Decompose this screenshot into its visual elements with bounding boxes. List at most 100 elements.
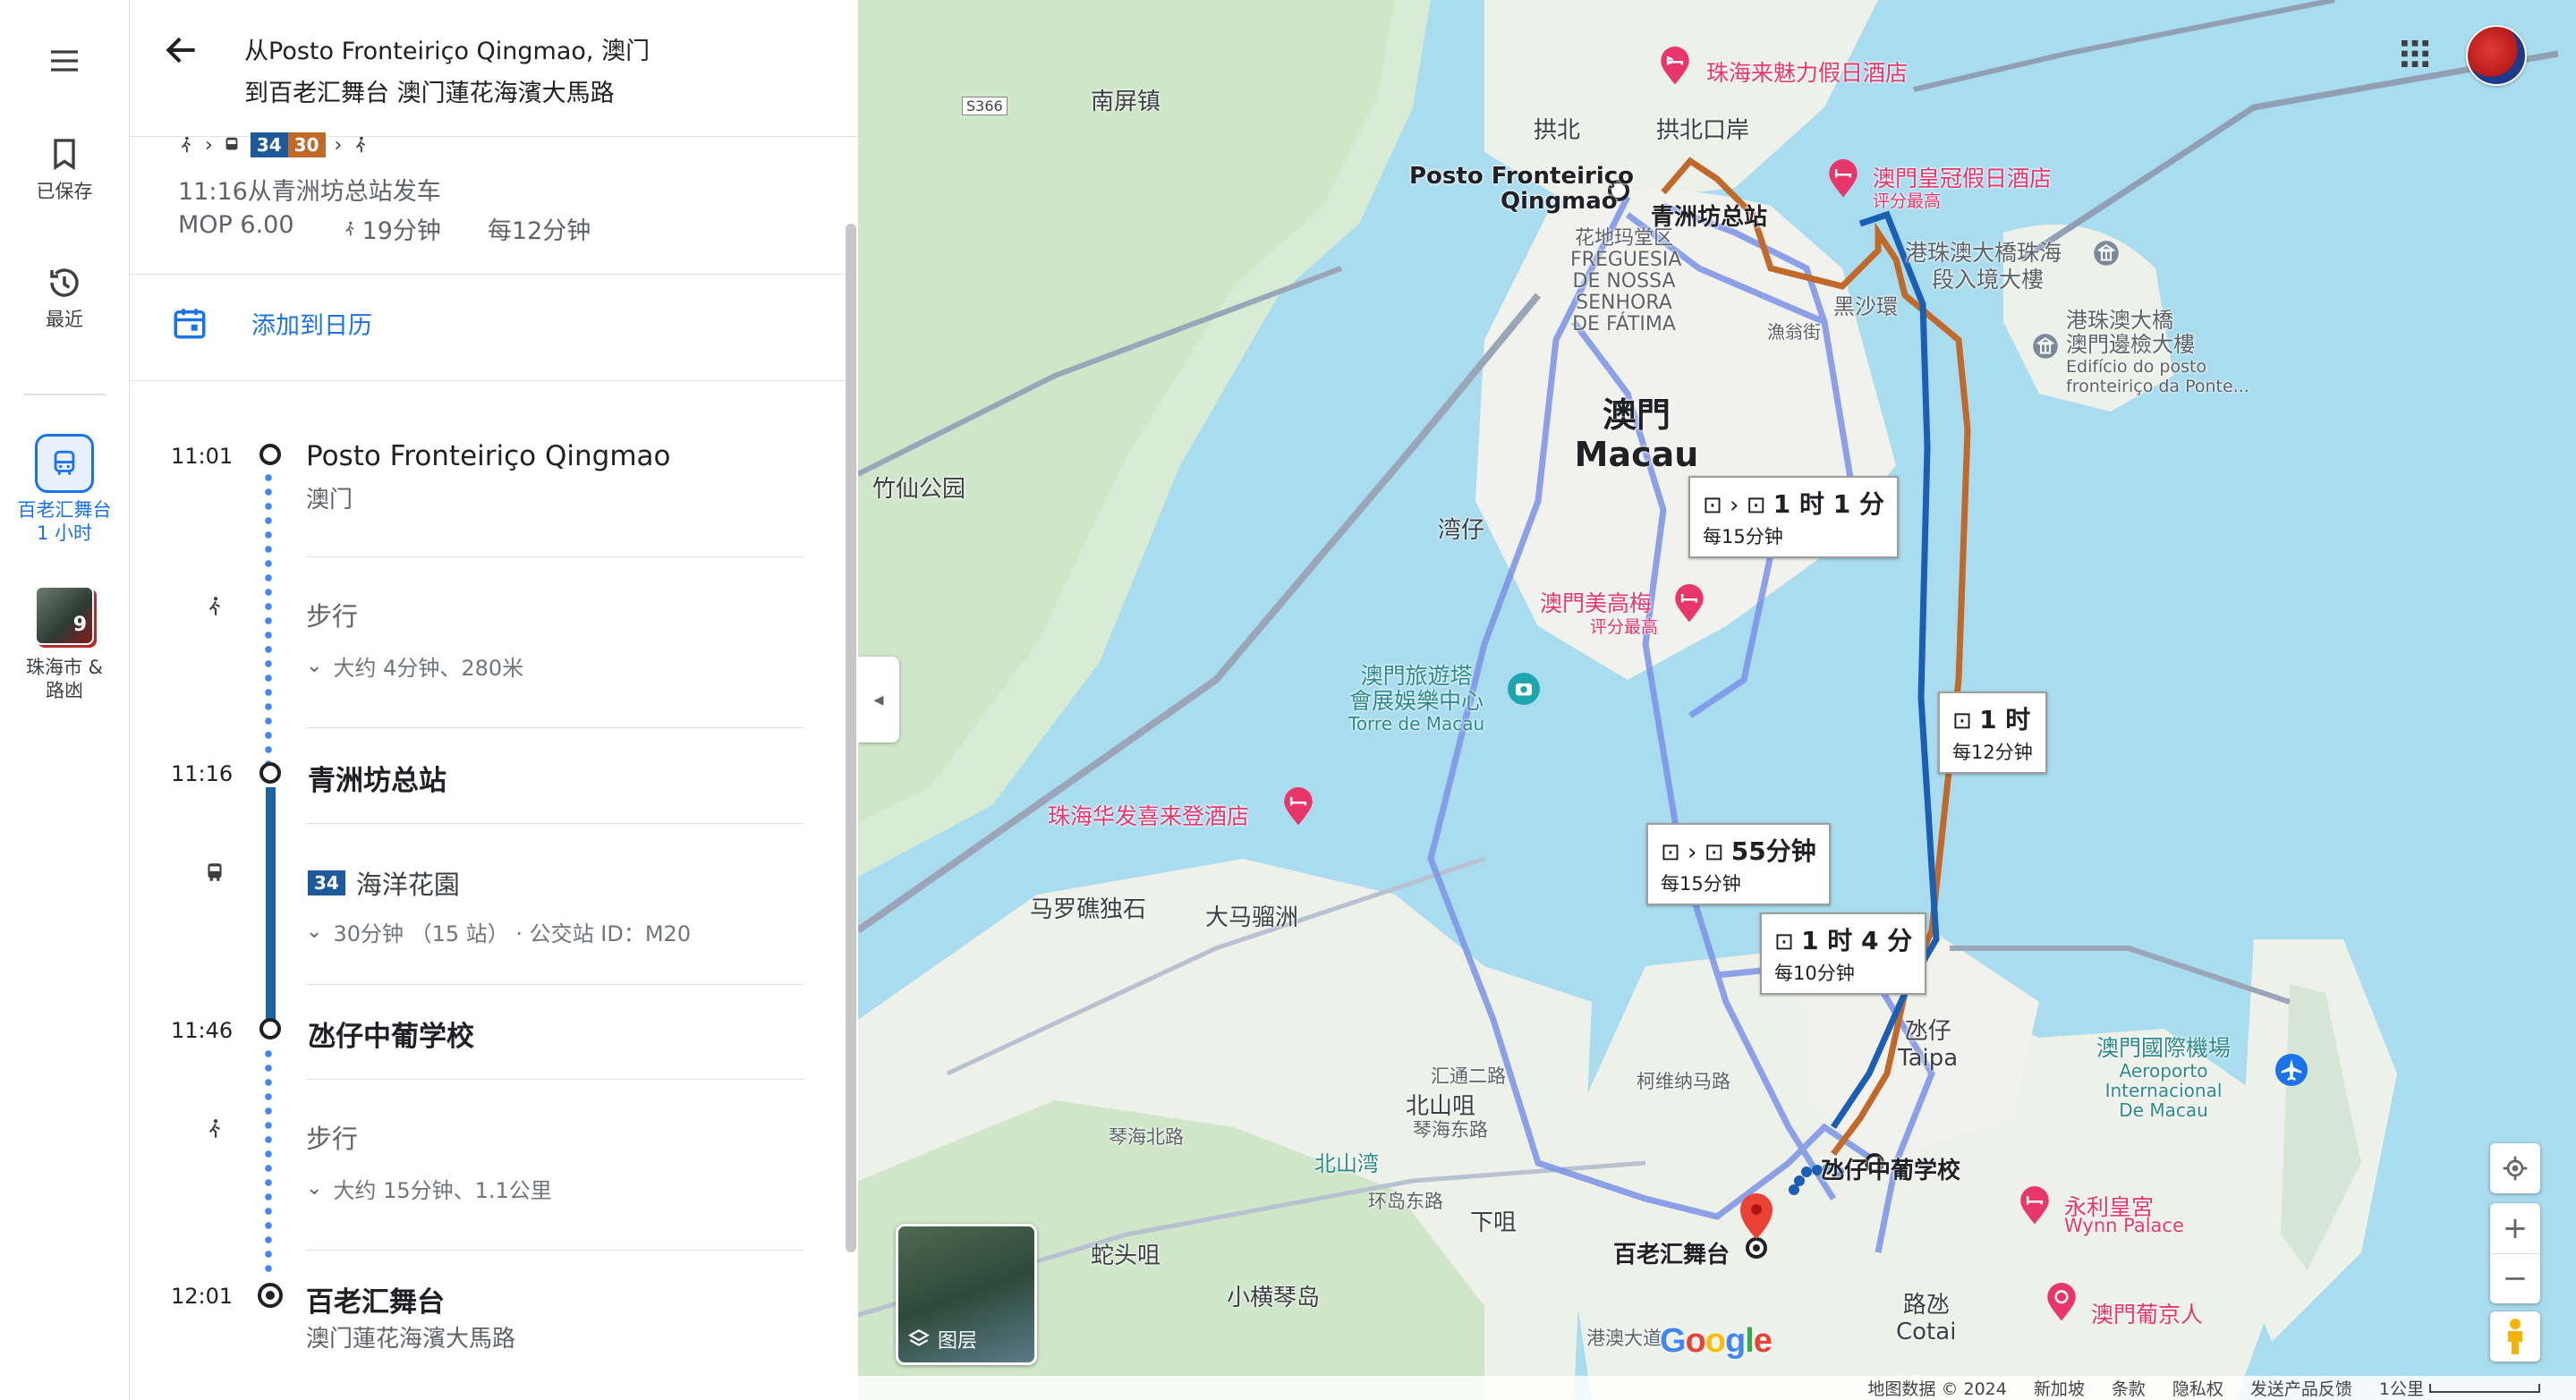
map-label: Cotai bbox=[1896, 1319, 1957, 1345]
terms-link[interactable]: 条款 bbox=[2112, 1376, 2146, 1400]
menu-button[interactable] bbox=[0, 43, 129, 79]
route-duration: 55分钟 bbox=[1730, 836, 1816, 866]
route-option-box[interactable]: ⊡ › ⊡ 1 时 1 分 每15分钟 bbox=[1688, 476, 1899, 558]
poi-label[interactable]: 澳門葡京人 bbox=[2091, 1297, 2203, 1329]
map-label: Taipa bbox=[1898, 1045, 1959, 1072]
route-option-box[interactable]: ⊡ 1 时 每12分钟 bbox=[1938, 692, 2047, 774]
walk-details-toggle[interactable]: ⌄ 大约 15分钟、1.1公里 bbox=[306, 1173, 552, 1204]
bookmark-icon bbox=[54, 139, 75, 171]
poi-label[interactable]: 珠海华发喜来登酒店 bbox=[1048, 799, 1249, 831]
landmark-icon bbox=[2033, 334, 2058, 359]
route-option-box[interactable]: ⊡ › ⊡ 55分钟 每15分钟 bbox=[1646, 823, 1831, 905]
divider bbox=[306, 1079, 803, 1080]
thumb-label-1: 珠海市 & bbox=[25, 657, 104, 678]
origin-name[interactable]: Posto Fronteiriço Qingmao bbox=[306, 440, 671, 472]
apps-button[interactable] bbox=[2397, 36, 2433, 72]
border-label: 港珠澳大橋 澳門邊檢大樓 Edifício do posto fronteiri… bbox=[2066, 308, 2249, 397]
macau-label: 澳門 Macau bbox=[1574, 395, 1699, 474]
walk-details-toggle[interactable]: ⌄ 大约 4分钟、280米 bbox=[306, 650, 523, 682]
map-label: Internacional bbox=[2104, 1080, 2223, 1101]
map-canvas[interactable]: 南屏镇 拱北 拱北口岸 Posto Fronteiriço Qingmao 青洲… bbox=[858, 0, 2576, 1400]
recent-button[interactable]: 最近 bbox=[0, 264, 129, 332]
map-label: 港珠澳大橋珠海 bbox=[1905, 240, 2062, 266]
directions-header: 从Posto Fronteiriço Qingmao, 澳门 到百老汇舞台 澳门… bbox=[130, 0, 858, 137]
route-frequency: 每15分钟 bbox=[1661, 873, 1741, 895]
chevron-down-icon: ⌄ bbox=[306, 1177, 323, 1200]
recent-place-thumb[interactable]: 9 珠海市 & 路凼 bbox=[0, 586, 129, 702]
stop-marker bbox=[259, 1018, 281, 1039]
hotel-pin-icon bbox=[1675, 584, 1704, 623]
poi-label[interactable]: 珠海来魅力假日酒店 bbox=[1706, 55, 1908, 88]
poi-rating: 评分最高 bbox=[1873, 191, 1942, 211]
map-label: 澳門國際機場 bbox=[2096, 1035, 2232, 1061]
plus-icon: + bbox=[2502, 1210, 2529, 1246]
walk-detail: 大约 15分钟、1.1公里 bbox=[333, 1178, 552, 1203]
feedback-link[interactable]: 发送产品反馈 bbox=[2250, 1376, 2352, 1400]
hotel-pin-icon bbox=[1661, 47, 1689, 85]
my-location-button[interactable] bbox=[2490, 1143, 2540, 1193]
layers-button[interactable]: 图层 bbox=[896, 1224, 1037, 1365]
hotel-pin-icon bbox=[1829, 159, 1858, 198]
collapse-panel-button[interactable]: ◂ bbox=[858, 657, 899, 742]
cotai-label: 路氹 Cotai bbox=[1896, 1292, 1956, 1345]
stop-name-qingzhou[interactable]: 青洲坊总站 bbox=[308, 758, 446, 798]
map-label: 港澳大道 bbox=[1586, 1328, 1662, 1349]
trip-modes: › 34 30 › bbox=[176, 132, 370, 157]
my-location-icon bbox=[2503, 1156, 2528, 1181]
route-frequency: 每15分钟 bbox=[1703, 526, 1783, 547]
zoom-out-button[interactable]: − bbox=[2490, 1254, 2540, 1303]
street-view-pegman[interactable] bbox=[2490, 1311, 2540, 1362]
map-label: 澳門旅遊塔 bbox=[1360, 663, 1473, 689]
bus-route-line bbox=[266, 787, 276, 1023]
stop-name-school[interactable]: 氹仔中葡学校 bbox=[308, 1014, 474, 1054]
map-label: 蛇头咀 bbox=[1091, 1243, 1161, 1269]
fare: MOP 6.00 bbox=[178, 211, 294, 239]
depart-text: 11:16从青洲坊总站发车 bbox=[178, 178, 441, 206]
zoom-control: + − bbox=[2490, 1203, 2540, 1303]
map-label: De Macau bbox=[2119, 1099, 2208, 1121]
bus-badge-30: 30 bbox=[287, 132, 326, 157]
chevron-left-icon: ◂ bbox=[873, 688, 884, 711]
thumb-count: 9 bbox=[72, 614, 87, 636]
destination-marker bbox=[258, 1283, 283, 1308]
map-label: 百老汇舞台 bbox=[1613, 1242, 1730, 1268]
left-rail: 已保存 最近 百老汇舞台 1 小时 9 珠海市 & 路凼 bbox=[0, 0, 130, 1400]
map-label: 南屏镇 bbox=[1091, 89, 1161, 115]
map-label: 黑沙環 bbox=[1833, 294, 1898, 319]
divider bbox=[306, 727, 803, 728]
scale-bar[interactable]: 1公里 bbox=[2379, 1376, 2540, 1400]
region-link[interactable]: 新加坡 bbox=[2034, 1376, 2085, 1400]
active-trip-label: 百老汇舞台 bbox=[17, 499, 112, 521]
map-label: 琴海东路 bbox=[1413, 1119, 1488, 1141]
map-label: 大马骝洲 bbox=[1205, 904, 1299, 931]
recent-label: 最近 bbox=[46, 309, 83, 330]
from-text: 从Posto Fronteiriço Qingmao, 澳门 bbox=[244, 38, 650, 65]
map-label: 拱北口岸 bbox=[1656, 117, 1750, 144]
map-label: 北山咀 bbox=[1406, 1093, 1476, 1120]
privacy-link[interactable]: 隐私权 bbox=[2172, 1376, 2223, 1400]
port-label: 港珠澳大橋珠海 段入境大樓 bbox=[1905, 240, 2062, 293]
layers-label: 图层 bbox=[938, 1330, 978, 1353]
bus-badge-34: 34 bbox=[250, 132, 288, 157]
active-trip-button[interactable]: 百老汇舞台 1 小时 bbox=[0, 434, 129, 545]
account-avatar[interactable] bbox=[2466, 25, 2527, 86]
divider bbox=[306, 823, 803, 824]
map-label: DE FÁTIMA bbox=[1572, 313, 1676, 335]
map-label: fronteiriço da Ponte... bbox=[2066, 377, 2249, 396]
panel-scrollbar[interactable] bbox=[846, 224, 856, 1252]
add-to-calendar-button[interactable]: 添加到日历 bbox=[171, 304, 372, 342]
walk-icon bbox=[344, 221, 354, 235]
zoom-in-button[interactable]: + bbox=[2490, 1204, 2540, 1254]
walk-mode: 步行 bbox=[306, 601, 359, 632]
map-label: FREGUESIA bbox=[1570, 249, 1682, 271]
saved-button[interactable]: 已保存 bbox=[0, 134, 129, 204]
map-label: 港珠澳大橋 bbox=[2066, 308, 2173, 333]
bus-details-toggle[interactable]: ⌄ 30分钟 （15 站） · 公交站 ID：M20 bbox=[306, 916, 691, 947]
back-button[interactable] bbox=[162, 30, 201, 70]
destination-name[interactable]: 百老汇舞台 bbox=[306, 1279, 445, 1319]
chevron-right-icon: › bbox=[334, 133, 343, 157]
origin-sub: 澳门 bbox=[306, 487, 353, 513]
route-option-box[interactable]: ⊡ 1 时 4 分 每10分钟 bbox=[1760, 912, 1927, 995]
saved-label: 已保存 bbox=[36, 181, 93, 202]
apps-grid-icon bbox=[2402, 40, 2428, 67]
